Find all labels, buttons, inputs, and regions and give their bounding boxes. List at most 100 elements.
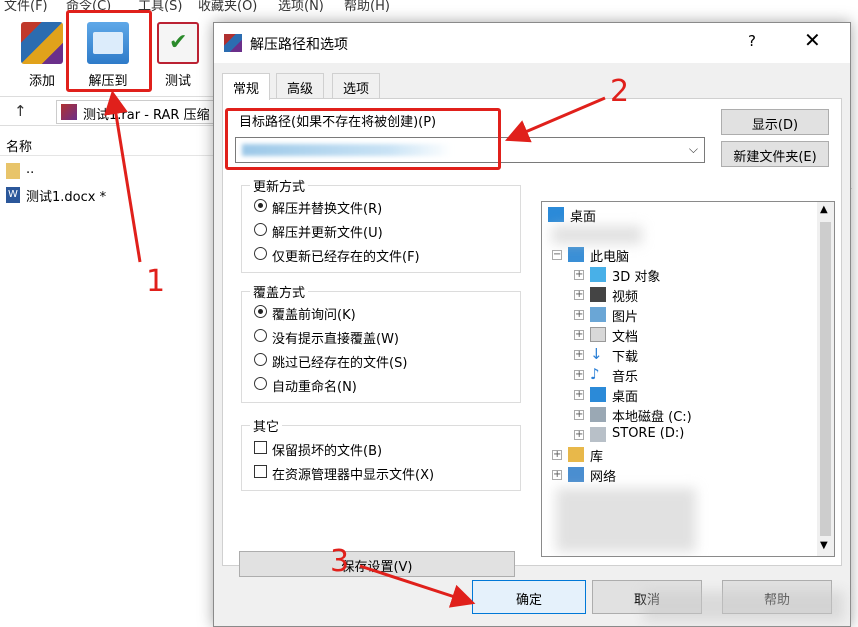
scroll-down-icon[interactable]: ▼: [820, 540, 828, 551]
drive-icon: [590, 407, 606, 422]
tree-item-label: 网络: [590, 470, 617, 485]
archive-path-text: 测试1.rar - RAR 压缩: [83, 108, 210, 123]
tab-advanced[interactable]: 高级: [276, 73, 325, 99]
checkbox-keep-broken[interactable]: 保留损坏的文件(B): [254, 440, 382, 459]
tree-item-downloads[interactable]: ↓ 下载: [590, 345, 638, 366]
tree-item-label: 文档: [612, 330, 639, 345]
help-icon[interactable]: ?: [748, 32, 756, 50]
menu-commands[interactable]: 命令(C): [66, 0, 111, 14]
radio-extract-replace[interactable]: 解压并替换文件(R): [254, 198, 382, 217]
network-icon: [568, 467, 584, 482]
tree-item-label: 本地磁盘 (C:): [612, 410, 692, 425]
radio-icon: [254, 223, 267, 236]
expand-icon[interactable]: +: [574, 390, 584, 400]
up-arrow-icon[interactable]: ↑: [14, 102, 27, 120]
checkbox-show-in-explorer[interactable]: 在资源管理器中显示文件(X): [254, 464, 434, 483]
destination-path-input[interactable]: ⌵: [235, 137, 705, 163]
menu-tools[interactable]: 工具(S): [138, 0, 182, 14]
scrollbar-thumb[interactable]: [820, 222, 831, 536]
save-settings-button[interactable]: 保存设置(V): [239, 551, 515, 577]
scroll-up-icon[interactable]: ▲: [820, 204, 828, 215]
test-button[interactable]: 测试: [146, 22, 210, 102]
menu-options[interactable]: 选项(N): [278, 0, 324, 14]
column-header-name[interactable]: 名称: [0, 130, 220, 156]
expand-icon[interactable]: +: [574, 330, 584, 340]
new-folder-button[interactable]: 新建文件夹(E): [721, 141, 829, 167]
tree-item-label: 音乐: [612, 370, 639, 385]
tree-item-label: 此电脑: [590, 250, 630, 265]
extract-dialog: 解压路径和选项 ? ✕ 常规 高级 选项 目标路径(如果不存在将被创建)(P) …: [213, 22, 851, 627]
radio-auto-rename[interactable]: 自动重命名(N): [254, 376, 357, 395]
expand-icon[interactable]: +: [574, 310, 584, 320]
tree-item-network[interactable]: 网络: [568, 466, 616, 485]
show-button[interactable]: 显示(D): [721, 109, 829, 135]
radio-icon: [254, 247, 267, 260]
misc-group: 其它 保留损坏的文件(B) 在资源管理器中显示文件(X): [241, 416, 521, 491]
close-icon[interactable]: ✕: [804, 28, 821, 52]
list-item[interactable]: ..: [6, 162, 35, 179]
chevron-down-icon[interactable]: ⌵: [689, 142, 698, 157]
dialog-titlebar[interactable]: 解压路径和选项 ? ✕: [214, 23, 850, 63]
tab-general[interactable]: 常规: [222, 73, 271, 100]
folder-tree[interactable]: 桌面 − 此电脑 + 3D 对象 + 视频 + 图片 + 文档 + ↓ 下载 +…: [541, 201, 835, 557]
radio-update-existing[interactable]: 仅更新已经存在的文件(F): [254, 246, 420, 265]
list-item-name: ..: [26, 162, 35, 177]
menu-file[interactable]: 文件(F): [4, 0, 48, 14]
expand-icon[interactable]: +: [574, 370, 584, 380]
extract-to-button[interactable]: 解压到: [76, 22, 140, 102]
extract-to-label: 解压到: [88, 74, 128, 89]
archive-path[interactable]: 测试1.rar - RAR 压缩: [56, 100, 226, 124]
tree-item-music[interactable]: ♪ 音乐: [590, 366, 639, 386]
radio-skip-existing[interactable]: 跳过已经存在的文件(S): [254, 352, 407, 371]
add-button[interactable]: 添加: [10, 22, 74, 102]
blurred-region: [644, 591, 844, 621]
tree-item-desktop[interactable]: 桌面: [590, 386, 638, 405]
blurred-region: [556, 488, 696, 552]
tree-item-documents[interactable]: 文档: [590, 326, 638, 345]
radio-ask-before-overwrite[interactable]: 覆盖前询问(K): [254, 304, 356, 323]
general-panel: 目标路径(如果不存在将被创建)(P) ⌵ 显示(D) 新建文件夹(E) 更新方式…: [222, 98, 842, 577]
clipboard-check-icon: [157, 22, 199, 64]
download-arrow-icon: ↓: [590, 345, 603, 363]
expand-icon[interactable]: +: [574, 430, 584, 440]
tree-item-label: 库: [590, 450, 604, 465]
menu-help[interactable]: 帮助(H): [344, 0, 390, 14]
desktop-icon: [548, 207, 564, 222]
radio-icon: [254, 377, 267, 390]
folder-extract-icon: [87, 22, 129, 64]
tree-item-drive-c[interactable]: 本地磁盘 (C:): [590, 406, 692, 425]
expand-icon[interactable]: +: [552, 450, 562, 460]
tree-item-pictures[interactable]: 图片: [590, 306, 638, 325]
tree-scrollbar[interactable]: ▲ ▼: [817, 202, 834, 556]
tree-item-label: 图片: [612, 310, 639, 325]
blurred-path-value: [242, 144, 452, 156]
ok-button[interactable]: 确定: [472, 580, 586, 614]
list-item[interactable]: W 测试1.docx *: [6, 186, 106, 205]
tree-item-label: 3D 对象: [612, 270, 661, 285]
expand-icon[interactable]: +: [574, 350, 584, 360]
tree-item-videos[interactable]: 视频: [590, 286, 638, 305]
destination-label: 目标路径(如果不存在将被创建)(P): [239, 115, 437, 130]
collapse-icon[interactable]: −: [552, 250, 562, 260]
expand-icon[interactable]: +: [574, 270, 584, 280]
expand-icon[interactable]: +: [574, 410, 584, 420]
tab-options[interactable]: 选项: [332, 73, 381, 99]
test-label: 测试: [164, 74, 191, 89]
tree-item-3d-objects[interactable]: 3D 对象: [590, 266, 660, 285]
option-label: 跳过已经存在的文件(S): [272, 356, 408, 371]
update-mode-group: 更新方式 解压并替换文件(R) 解压并更新文件(U) 仅更新已经存在的文件(F): [241, 176, 521, 273]
menu-bar: 文件(F) 命令(C) 工具(S) 收藏夹(O) 选项(N) 帮助(H): [0, 0, 858, 14]
radio-overwrite-silently[interactable]: 没有提示直接覆盖(W): [254, 328, 399, 347]
radio-extract-update[interactable]: 解压并更新文件(U): [254, 222, 383, 241]
tree-item-libraries[interactable]: 库: [568, 446, 603, 465]
expand-icon[interactable]: +: [552, 470, 562, 480]
tree-item-label: 桌面: [570, 210, 597, 225]
tree-item-desktop-root[interactable]: 桌面: [548, 206, 596, 225]
expand-icon[interactable]: +: [574, 290, 584, 300]
tree-item-this-pc[interactable]: 此电脑: [568, 246, 629, 265]
checkbox-icon: [254, 465, 267, 478]
menu-favorites[interactable]: 收藏夹(O): [198, 0, 257, 14]
tree-item-drive-d[interactable]: STORE (D:): [590, 426, 684, 442]
checkbox-icon: [254, 441, 267, 454]
document-icon: [590, 327, 606, 342]
